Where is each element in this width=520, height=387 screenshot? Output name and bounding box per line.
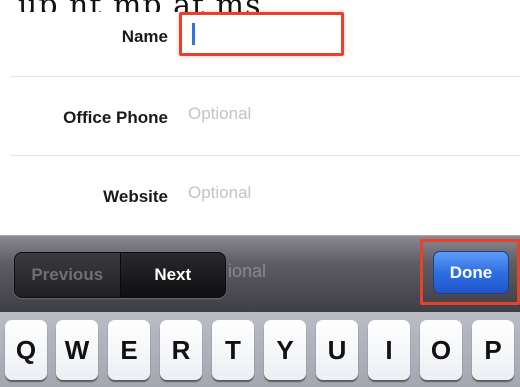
office-phone-row[interactable]: Office Phone Optional [0,77,520,153]
key-q[interactable]: Q [5,320,47,380]
text-caret [192,23,195,45]
prev-next-control: Previous Next [14,252,226,298]
name-label: Name [121,27,168,46]
website-input[interactable]: Optional [188,183,251,203]
done-button[interactable]: Done [433,251,509,294]
key-y[interactable]: Y [264,320,306,380]
keyboard: Q W E R T Y U I O P [0,312,520,387]
obscured-field-placeholder: ional [228,261,267,281]
key-o[interactable]: O [420,320,462,380]
key-e[interactable]: E [108,320,150,380]
website-label: Website [103,187,168,206]
office-phone-label: Office Phone [63,108,168,127]
key-p[interactable]: P [472,320,514,380]
previous-button[interactable]: Previous [15,253,121,297]
key-u[interactable]: U [316,320,358,380]
key-i[interactable]: I [368,320,410,380]
website-row[interactable]: Website Optional [0,156,520,232]
name-input[interactable] [179,12,344,56]
next-button[interactable]: Next [120,253,225,297]
key-w[interactable]: W [56,320,98,380]
office-phone-input[interactable]: Optional [188,104,251,124]
key-r[interactable]: R [160,320,202,380]
key-t[interactable]: T [212,320,254,380]
